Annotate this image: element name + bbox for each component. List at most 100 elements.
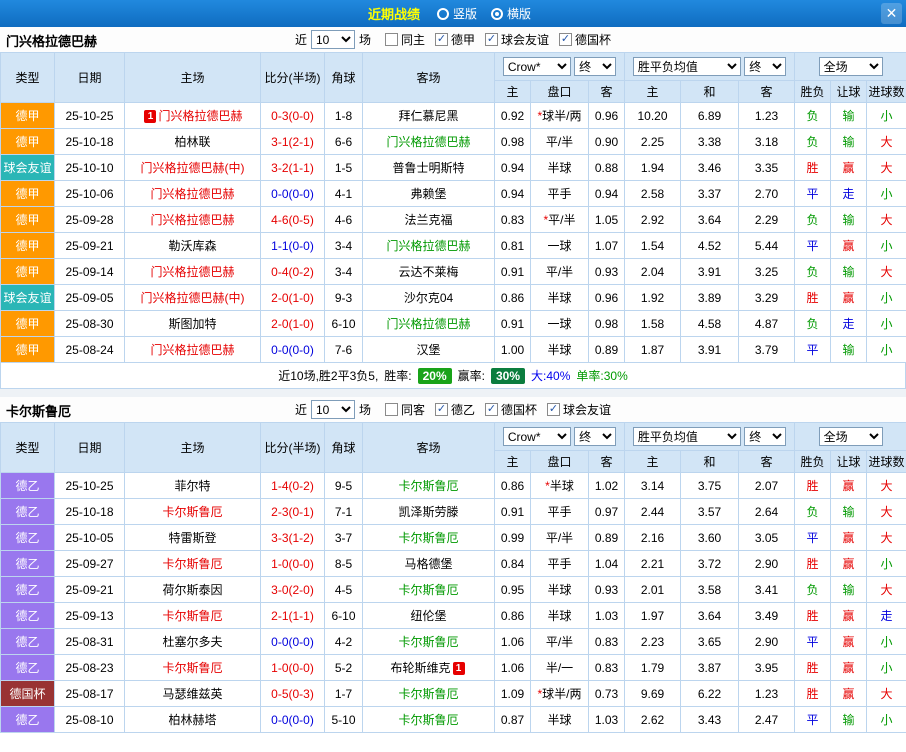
sub-header-avg-draw: 和 bbox=[681, 81, 739, 103]
cell-odds-home: 1.06 bbox=[495, 655, 531, 681]
cell-avg-away: 2.07 bbox=[739, 473, 795, 499]
cell-handicap: 半球 bbox=[531, 577, 589, 603]
avg-odds-select[interactable]: 胜平负均值 bbox=[633, 427, 741, 446]
cell-score: 3-0(2-0) bbox=[261, 577, 325, 603]
bookmaker-select[interactable]: Crow* bbox=[503, 427, 571, 446]
cell-handicap: 半球 bbox=[531, 155, 589, 181]
filter-checkbox-德国杯[interactable]: ✓德国杯 bbox=[559, 31, 611, 48]
cell-avg-draw: 3.57 bbox=[681, 499, 739, 525]
cell-handicap: 平手 bbox=[531, 551, 589, 577]
filter-checkbox-德国杯[interactable]: ✓德国杯 bbox=[485, 401, 537, 418]
filter-checkbox-同客[interactable]: 同客 bbox=[385, 401, 425, 418]
away-team-name: 门兴格拉德巴赫 bbox=[386, 239, 470, 253]
home-team-name: 门兴格拉德巴赫 bbox=[150, 213, 234, 227]
cell-league: 球会友谊 bbox=[1, 155, 55, 181]
col-header-date: 日期 bbox=[55, 423, 125, 473]
recent-results-table: 类型 日期 主场 比分(半场) 角球 客场 Crow* 终 胜平负均值 终 全场 bbox=[0, 422, 906, 733]
cell-handicap: *半球 bbox=[531, 473, 589, 499]
cell-league: 德甲 bbox=[1, 337, 55, 363]
cell-result-handicap: 赢 bbox=[831, 603, 867, 629]
cell-corner: 4-6 bbox=[325, 207, 363, 233]
cell-result-goals: 小 bbox=[867, 285, 906, 311]
cell-score: 0-5(0-3) bbox=[261, 681, 325, 707]
filter-checkbox-同主[interactable]: 同主 bbox=[385, 31, 425, 48]
cell-odds-away: 0.93 bbox=[589, 577, 625, 603]
filter-checkbox-球会友谊[interactable]: ✓球会友谊 bbox=[485, 31, 549, 48]
away-team-name: 拜仁慕尼黑 bbox=[398, 109, 458, 123]
cell-odds-home: 0.83 bbox=[495, 207, 531, 233]
avg-stage-select[interactable]: 终 bbox=[744, 57, 786, 76]
filter-checkbox-德甲[interactable]: ✓德甲 bbox=[435, 31, 475, 48]
bookmaker-select[interactable]: Crow* bbox=[503, 57, 571, 76]
match-row: 德甲25-09-21勒沃库森1-1(0-0)3-4门兴格拉德巴赫0.81一球1.… bbox=[1, 233, 906, 259]
close-icon[interactable]: ✕ bbox=[881, 3, 902, 24]
avg-odds-select[interactable]: 胜平负均值 bbox=[633, 57, 741, 76]
cell-avg-away: 2.70 bbox=[739, 181, 795, 207]
cell-avg-home: 2.04 bbox=[625, 259, 681, 285]
cell-away-team: 卡尔斯鲁厄 bbox=[363, 707, 495, 733]
cell-date: 25-10-05 bbox=[55, 525, 125, 551]
cell-result-wdl: 负 bbox=[795, 577, 831, 603]
cell-avg-away: 4.87 bbox=[739, 311, 795, 337]
summary-bar: 近10场,胜2平3负5, 胜率: 20% 赢率: 30% 大:40% 单率:30… bbox=[0, 363, 906, 389]
cell-date: 25-08-24 bbox=[55, 337, 125, 363]
cell-avg-home: 10.20 bbox=[625, 103, 681, 129]
filter-checkbox-球会友谊[interactable]: ✓球会友谊 bbox=[547, 401, 611, 418]
home-team-name: 卡尔斯鲁厄 bbox=[162, 609, 222, 623]
odds-stage-select[interactable]: 终 bbox=[574, 427, 616, 446]
cell-avg-away: 1.23 bbox=[739, 103, 795, 129]
cell-home-team: 门兴格拉德巴赫 bbox=[125, 259, 261, 285]
handicap-text: 平/半 bbox=[548, 213, 575, 227]
odds-stage-select[interactable]: 终 bbox=[574, 57, 616, 76]
match-row: 德乙25-09-13卡尔斯鲁厄2-1(1-1)6-10纽伦堡0.86半球1.03… bbox=[1, 603, 906, 629]
cell-avg-away: 3.41 bbox=[739, 577, 795, 603]
match-row: 德甲25-10-251门兴格拉德巴赫0-3(0-0)1-8拜仁慕尼黑0.92*球… bbox=[1, 103, 906, 129]
filter-checkbox-德乙[interactable]: ✓德乙 bbox=[435, 401, 475, 418]
cell-odds-home: 0.94 bbox=[495, 155, 531, 181]
avg-stage-select[interactable]: 终 bbox=[744, 427, 786, 446]
sub-header-result-handicap: 让球 bbox=[831, 451, 867, 473]
col-header-type: 类型 bbox=[1, 423, 55, 473]
cell-date: 25-10-18 bbox=[55, 129, 125, 155]
cell-odds-away: 1.07 bbox=[589, 233, 625, 259]
layout-radio-horizontal[interactable]: 横版 bbox=[491, 5, 531, 22]
cell-handicap: 半球 bbox=[531, 285, 589, 311]
away-team-name: 卡尔斯鲁厄 bbox=[398, 479, 458, 493]
fulltime-select[interactable]: 全场 bbox=[819, 57, 883, 76]
cell-result-wdl: 负 bbox=[795, 311, 831, 337]
fulltime-select[interactable]: 全场 bbox=[819, 427, 883, 446]
odds-group-header: Crow* 终 bbox=[495, 423, 625, 451]
cell-result-handicap: 输 bbox=[831, 577, 867, 603]
radio-label: 竖版 bbox=[453, 5, 477, 22]
cell-avg-away: 3.95 bbox=[739, 655, 795, 681]
cell-avg-away: 1.23 bbox=[739, 681, 795, 707]
cell-league: 德乙 bbox=[1, 707, 55, 733]
cell-avg-home: 3.14 bbox=[625, 473, 681, 499]
cell-result-wdl: 负 bbox=[795, 499, 831, 525]
cell-avg-home: 2.01 bbox=[625, 577, 681, 603]
redcard-badge: 1 bbox=[144, 110, 156, 123]
cell-away-team: 弗赖堡 bbox=[363, 181, 495, 207]
cell-result-handicap: 赢 bbox=[831, 525, 867, 551]
cell-result-goals: 大 bbox=[867, 681, 906, 707]
cell-avg-home: 2.44 bbox=[625, 499, 681, 525]
match-row: 德甲25-08-24门兴格拉德巴赫0-0(0-0)7-6汉堡1.00半球0.89… bbox=[1, 337, 906, 363]
layout-radio-vertical[interactable]: 竖版 bbox=[437, 5, 477, 22]
recent-count-select[interactable]: 10 bbox=[311, 30, 355, 49]
team-name: 门兴格拉德巴赫 bbox=[6, 31, 97, 50]
match-row: 德甲25-09-28门兴格拉德巴赫4-6(0-5)4-6法兰克福0.83*平/半… bbox=[1, 207, 906, 233]
recent-count-select[interactable]: 10 bbox=[311, 400, 355, 419]
cell-avg-home: 1.87 bbox=[625, 337, 681, 363]
cell-home-team: 菲尔特 bbox=[125, 473, 261, 499]
recent-results-table: 类型 日期 主场 比分(半场) 角球 客场 Crow* 终 胜平负均值 终 全场 bbox=[0, 52, 906, 363]
cell-avg-away: 3.35 bbox=[739, 155, 795, 181]
cell-odds-home: 1.06 bbox=[495, 629, 531, 655]
cell-away-team: 汉堡 bbox=[363, 337, 495, 363]
away-team-name: 门兴格拉德巴赫 bbox=[386, 317, 470, 331]
cell-avg-away: 2.90 bbox=[739, 629, 795, 655]
cell-corner: 7-6 bbox=[325, 337, 363, 363]
cell-handicap: 平/半 bbox=[531, 525, 589, 551]
cell-handicap: 一球 bbox=[531, 233, 589, 259]
cell-odds-home: 0.91 bbox=[495, 499, 531, 525]
cell-result-wdl: 胜 bbox=[795, 603, 831, 629]
